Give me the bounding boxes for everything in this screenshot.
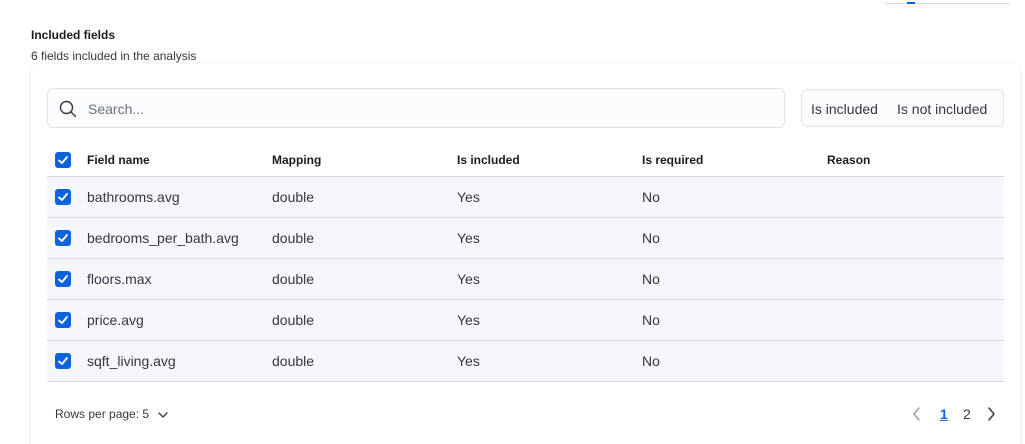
clipped-control xyxy=(885,0,1010,4)
cell-is-included: Yes xyxy=(457,189,480,205)
cell-is-required: No xyxy=(642,271,660,287)
row-checkbox[interactable] xyxy=(55,353,71,369)
row-checkbox[interactable] xyxy=(55,230,71,246)
select-all-checkbox[interactable] xyxy=(55,152,71,168)
search-icon xyxy=(59,100,77,118)
cell-is-included: Yes xyxy=(457,271,480,287)
column-header-is-included[interactable]: Is included xyxy=(457,153,520,167)
column-header-field-name[interactable]: Field name xyxy=(87,153,150,167)
cell-mapping: double xyxy=(272,312,315,328)
section-title: Included fields xyxy=(31,28,116,42)
cell-field-name: sqft_living.avg xyxy=(87,353,176,369)
cell-field-name: bedrooms_per_bath.avg xyxy=(87,230,239,246)
top-clipped-content xyxy=(0,0,1025,6)
next-page-icon[interactable] xyxy=(986,406,996,427)
cell-is-included: Yes xyxy=(457,312,480,328)
rows-per-page-button[interactable]: Rows per page: 5 xyxy=(55,407,169,422)
section-subtitle: 6 fields included in the analysis xyxy=(31,49,197,63)
column-header-is-required[interactable]: Is required xyxy=(642,153,703,167)
row-checkbox[interactable] xyxy=(55,312,71,328)
cell-mapping: double xyxy=(272,271,315,287)
cell-is-required: No xyxy=(642,353,660,369)
chevron-down-icon xyxy=(158,408,169,422)
row-checkbox[interactable] xyxy=(55,189,71,205)
table-row[interactable]: price.avg double Yes No xyxy=(47,300,1004,341)
filter-group: Is included Is not included xyxy=(801,89,1004,127)
table-row[interactable]: bedrooms_per_bath.avg double Yes No xyxy=(47,218,1004,259)
cell-field-name: price.avg xyxy=(87,312,144,328)
cell-mapping: double xyxy=(272,353,315,369)
column-header-reason[interactable]: Reason xyxy=(827,153,870,167)
cell-mapping: double xyxy=(272,189,315,205)
cell-is-included: Yes xyxy=(457,230,480,246)
cell-mapping: double xyxy=(272,230,315,246)
table-header: Field name Mapping Is included Is requir… xyxy=(47,143,1004,177)
filter-is-not-included-button[interactable]: Is not included xyxy=(897,101,987,117)
search-input[interactable]: Search... xyxy=(47,88,785,128)
filter-is-included-button[interactable]: Is included xyxy=(811,101,878,117)
cell-is-required: No xyxy=(642,230,660,246)
column-header-mapping[interactable]: Mapping xyxy=(272,153,321,167)
cell-field-name: floors.max xyxy=(87,271,152,287)
row-checkbox[interactable] xyxy=(55,271,71,287)
cell-is-required: No xyxy=(642,189,660,205)
page-2-button[interactable]: 2 xyxy=(963,406,971,422)
table-row[interactable]: sqft_living.avg double Yes No xyxy=(47,341,1004,382)
table-row[interactable]: bathrooms.avg double Yes No xyxy=(47,177,1004,218)
cell-field-name: bathrooms.avg xyxy=(87,189,180,205)
page-1-button[interactable]: 1 xyxy=(940,406,948,422)
search-placeholder: Search... xyxy=(88,101,145,117)
pagination: 1 2 xyxy=(912,404,1007,426)
cell-is-included: Yes xyxy=(457,353,480,369)
cell-is-required: No xyxy=(642,312,660,328)
rows-per-page-label: Rows per page: 5 xyxy=(55,407,150,421)
previous-page-icon[interactable] xyxy=(912,406,922,427)
table-row[interactable]: floors.max double Yes No xyxy=(47,259,1004,300)
